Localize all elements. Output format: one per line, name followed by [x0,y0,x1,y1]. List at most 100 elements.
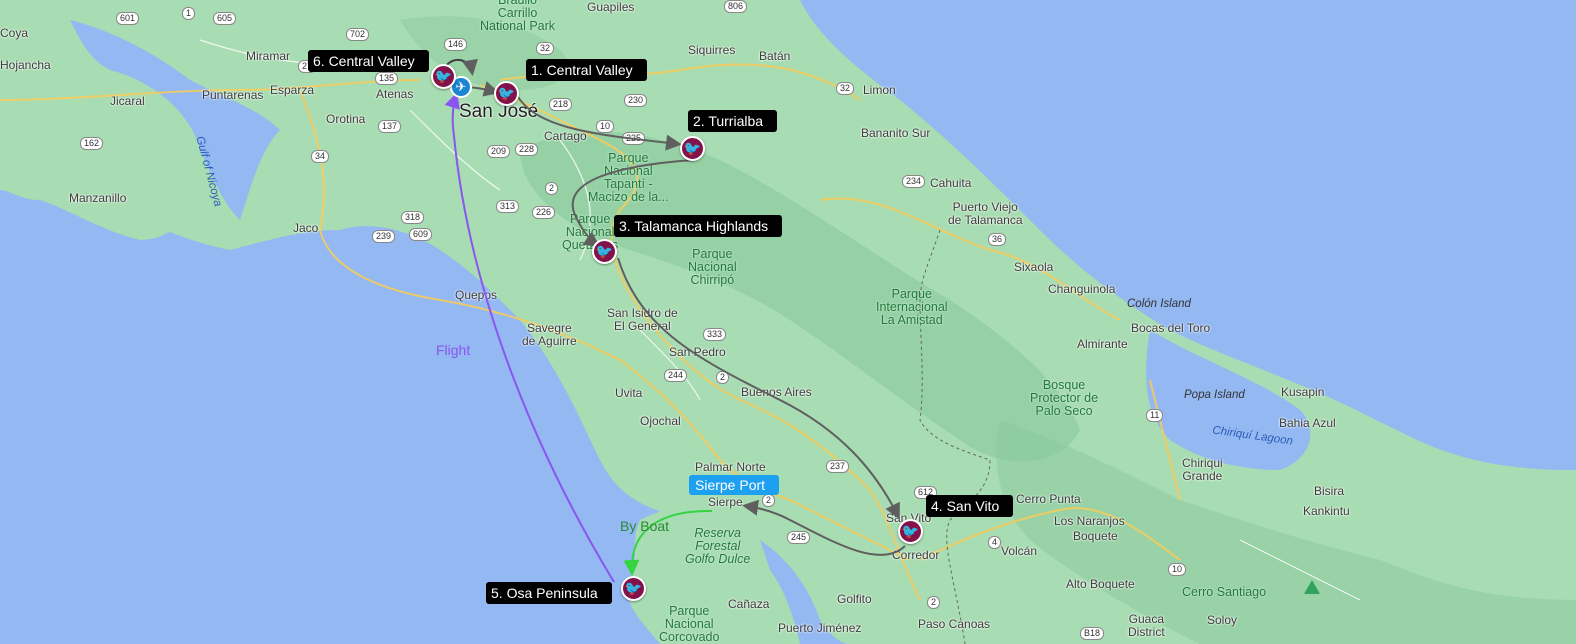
road-shield: 226 [532,206,556,219]
town-esparza: Esparza [270,83,315,97]
town-canaza: Cañaza [728,597,770,611]
road-shield: 237 [826,460,850,473]
route-map[interactable]: Coya Hojancha Jicaral Miramar Puntarenas… [0,0,1576,644]
road-shield: 609 [409,228,433,241]
road-shield: 605 [213,12,237,25]
stop-3-marker[interactable]: 🐦 [592,239,617,264]
town-puerto-viejo-text: Puerto Viejo de Talamanca [948,200,1023,227]
town-atenas: Atenas [376,87,414,101]
stop-5-marker[interactable]: 🐦 [621,576,646,601]
town-jicaral: Jicaral [110,94,145,108]
stop-4-marker[interactable]: 🐦 [898,519,923,544]
stop-3-label[interactable]: 3. Talamanca Highlands [614,215,783,237]
town-cahuita: Cahuita [930,176,972,190]
road-shield: 135 [375,72,399,85]
stop-6-label[interactable]: 6. Central Valley [308,50,429,72]
stop-2-label[interactable]: 2. Turrialba [688,110,778,132]
town-puerto-viejo: Puerto Viejo de Talamanca [948,201,1023,227]
town-alto-boquete: Alto Boquete [1066,577,1135,591]
park-palo-seco-text: Bosque Protector de Palo Seco [1030,378,1099,418]
park-palo-seco: Bosque Protector de Palo Seco [1030,379,1098,418]
town-bahia-azul: Bahia Azul [1279,416,1336,430]
town-los-naranjos: Los Naranjos [1054,514,1125,528]
town-bananito: Bananito Sur [861,126,931,140]
town-changuinola: Changuinola [1048,282,1116,296]
park-golfo-dulce-text: Reserva Forestal Golfo Dulce [685,526,751,566]
town-volcan: Volcán [1001,544,1038,558]
stop-1-label[interactable]: 1. Central Valley [526,59,647,81]
road-shield: 32 [836,82,855,95]
road-shield: 806 [724,0,748,13]
road-shield: 702 [346,28,370,41]
park-chirripo-text: Parque Nacional Chirripó [688,247,737,287]
stop-2-marker[interactable]: 🐦 [680,136,705,161]
park-braulio-text: Braulio Carrillo National Park [480,0,556,33]
town-san-isidro: San Isidro de El General [607,307,678,333]
road-shield: 244 [664,369,688,382]
stop-4-label[interactable]: 4. San Vito [926,495,1014,517]
road-shield: 228 [515,143,539,156]
road-shield: 239 [372,230,396,243]
road-shield: 2 [927,596,941,609]
road-shield: 318 [401,211,425,224]
stop-5-label[interactable]: 5. Osa Peninsula [486,582,612,604]
town-guaca: Guaca District [1128,613,1165,639]
town-palmar-norte: Palmar Norte [695,460,766,474]
town-uvita: Uvita [615,386,643,400]
town-guapiles: Guapiles [587,0,635,14]
park-golfo-dulce: Reserva Forestal Golfo Dulce [685,527,750,566]
road-shield: 234 [902,175,926,188]
boat-label: By Boat [620,518,670,534]
bird-icon: 🐦 [497,85,516,101]
town-puntarenas: Puntarenas [202,88,264,102]
town-bocas: Bocas del Toro [1131,321,1211,335]
town-cerro-punta: Cerro Punta [1016,492,1081,506]
town-kankintu: Kankintu [1303,504,1350,518]
road-shield: 2 [762,494,776,507]
road-shield: 1 [182,7,196,20]
town-capital: San José [459,101,539,122]
town-almirante: Almirante [1077,337,1128,351]
town-san-pedro: San Pedro [669,345,726,359]
stop-6-marker[interactable]: 🐦 [431,64,456,89]
road-shield: 32 [536,42,555,55]
road-shield: 225 [622,132,646,145]
flight-label: Flight [436,342,471,358]
road-shield: 10 [596,120,615,133]
town-coya: Coya [0,26,29,40]
park-braulio: Braulio Carrillo National Park [480,0,555,33]
stop-1-marker[interactable]: 🐦 [494,81,519,106]
road-shield: 4 [988,536,1002,549]
road-shield: 36 [988,233,1007,246]
bird-icon: 🐦 [434,68,453,84]
road-shield: 601 [116,12,140,25]
town-sixaola: Sixaola [1014,260,1054,274]
town-corredor: Corredor [892,548,940,562]
road-shield: 333 [703,328,727,341]
road-shield: 137 [378,120,402,133]
town-savegre-text: Savegre de Aguirre [522,321,577,348]
town-kusapin: Kusapin [1281,385,1325,399]
road-shield: 11 [1146,409,1164,422]
park-amistad-text: Parque Internacional La Amistad [876,287,948,327]
airplane-icon: ✈ [455,79,467,94]
town-miramar: Miramar [246,49,290,63]
road-shield: 162 [80,137,104,150]
town-ojochal: Ojochal [640,414,681,428]
road-shield: 209 [487,145,511,158]
park-corcovado: Parque Nacional Corcovado [659,605,719,644]
sierpe-port-label[interactable]: Sierpe Port [689,475,780,495]
park-amistad: Parque Internacional La Amistad [876,288,948,327]
road-shield: 218 [549,98,573,111]
park-tapanti: Parque Nacional Tapantí - Macizo de la..… [588,152,669,204]
road-shield: B18 [1080,627,1105,640]
road-shield: 245 [787,531,811,544]
town-hojancha: Hojancha [0,58,51,72]
town-paso-canoas: Paso Canoas [918,617,991,631]
town-savegre: Savegre de Aguirre [522,322,577,348]
town-bisira: Bisira [1314,484,1345,498]
town-soloy: Soloy [1207,613,1238,627]
town-puerto-jimenez: Puerto Jiménez [778,621,862,635]
mountain-peak-icon [1304,580,1320,594]
island-popa: Popa Island [1184,389,1245,401]
